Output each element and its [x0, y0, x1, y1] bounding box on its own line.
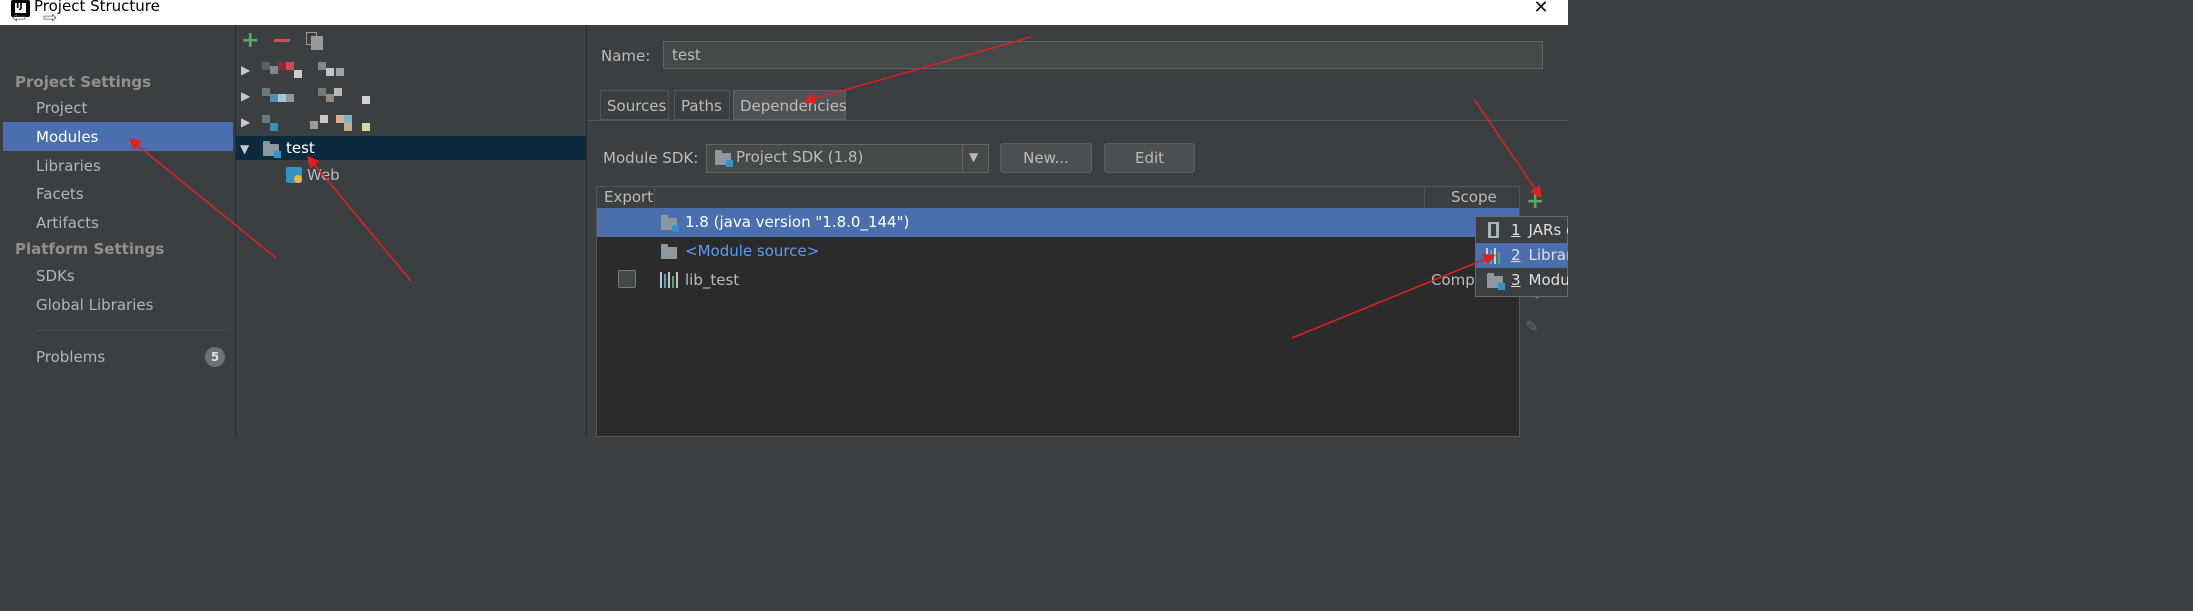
- popup-item-number: 3: [1511, 271, 1521, 289]
- popup-item-label: JARs or: [1528, 221, 1568, 239]
- dependency-lib-test[interactable]: lib_test: [685, 271, 739, 289]
- popup-item-number: 2: [1511, 246, 1521, 264]
- web-facet-icon: [286, 167, 302, 183]
- chevron-down-icon[interactable]: ▼: [969, 150, 978, 164]
- nav-item-artifacts[interactable]: Artifacts: [36, 214, 99, 232]
- jar-icon: [1486, 222, 1502, 238]
- nav-item-project[interactable]: Project: [36, 99, 87, 117]
- export-checkbox[interactable]: [618, 270, 636, 288]
- popup-item-number: 1: [1511, 221, 1521, 239]
- back-arrow-icon[interactable]: ⇦: [12, 8, 26, 28]
- nav-item-libraries[interactable]: Libraries: [36, 157, 101, 175]
- scope-value[interactable]: Comp: [1431, 271, 1475, 289]
- nav-divider: [36, 330, 226, 331]
- close-icon[interactable]: ✕: [1530, 0, 1552, 19]
- sdk-folder-icon: [715, 150, 733, 167]
- module-sdk-label: Module SDK:: [603, 149, 699, 167]
- tab-underline: [587, 120, 1568, 121]
- blurred-module-name[interactable]: [262, 113, 372, 131]
- platform-settings-header: Platform Settings: [15, 240, 165, 258]
- column-export[interactable]: Export: [604, 188, 653, 206]
- nav-item-sdks[interactable]: SDKs: [36, 267, 75, 285]
- tree-item-web[interactable]: Web: [307, 166, 340, 184]
- edit-sdk-button[interactable]: Edit: [1104, 143, 1195, 173]
- column-separator: [654, 187, 655, 208]
- copy-icon[interactable]: [306, 32, 323, 50]
- module-folder-icon: [1487, 273, 1505, 290]
- add-icon[interactable]: +: [241, 30, 259, 52]
- project-settings-header: Project Settings: [15, 73, 152, 91]
- column-scope[interactable]: Scope: [1451, 188, 1497, 206]
- tree-item-test[interactable]: test: [286, 139, 315, 157]
- library-icon: [1486, 248, 1504, 264]
- tab-dependencies[interactable]: Dependencies: [733, 90, 847, 120]
- edit-pencil-icon[interactable]: ✎: [1525, 317, 1538, 336]
- title-bar: [0, 0, 1568, 25]
- dropdown-separator: [962, 145, 963, 172]
- dependency-module-source[interactable]: <Module source>: [685, 242, 819, 260]
- tab-paths[interactable]: Paths: [674, 90, 730, 120]
- collapse-triangle-icon[interactable]: ▼: [240, 142, 249, 156]
- nav-item-facets[interactable]: Facets: [36, 185, 84, 203]
- tab-sources[interactable]: Sources: [600, 90, 669, 120]
- column-separator: [1424, 187, 1425, 208]
- forward-arrow-icon[interactable]: ⇨: [43, 8, 57, 28]
- popup-item-label: Module: [1528, 271, 1568, 289]
- module-name-input[interactable]: test: [663, 41, 1543, 69]
- remove-icon[interactable]: [274, 39, 290, 42]
- nav-item-global-libraries[interactable]: Global Libraries: [36, 296, 153, 314]
- problems-count-badge: 5: [205, 347, 225, 367]
- library-icon: [660, 272, 678, 288]
- module-sdk-value: Project SDK (1.8): [736, 148, 864, 166]
- module-tree-panel: [236, 25, 587, 437]
- expand-triangle-icon[interactable]: ▶: [241, 89, 250, 103]
- nav-item-problems[interactable]: Problems: [36, 348, 105, 366]
- module-folder-icon: [263, 141, 281, 158]
- blurred-module-name[interactable]: [262, 62, 352, 78]
- nav-item-modules[interactable]: Modules: [36, 128, 98, 146]
- dependency-jdk[interactable]: 1.8 (java version "1.8.0_144"): [685, 213, 909, 231]
- new-sdk-button[interactable]: New...: [1000, 143, 1092, 173]
- popup-item-label: Library: [1528, 246, 1568, 264]
- blurred-module-name[interactable]: [262, 88, 372, 104]
- expand-triangle-icon[interactable]: ▶: [241, 115, 250, 129]
- expand-triangle-icon[interactable]: ▶: [241, 63, 250, 77]
- jdk-folder-icon: [661, 215, 679, 232]
- table-header: [597, 187, 1519, 209]
- module-source-folder-icon: [661, 244, 677, 259]
- add-dependency-icon[interactable]: +: [1526, 189, 1544, 214]
- name-label: Name:: [601, 47, 651, 65]
